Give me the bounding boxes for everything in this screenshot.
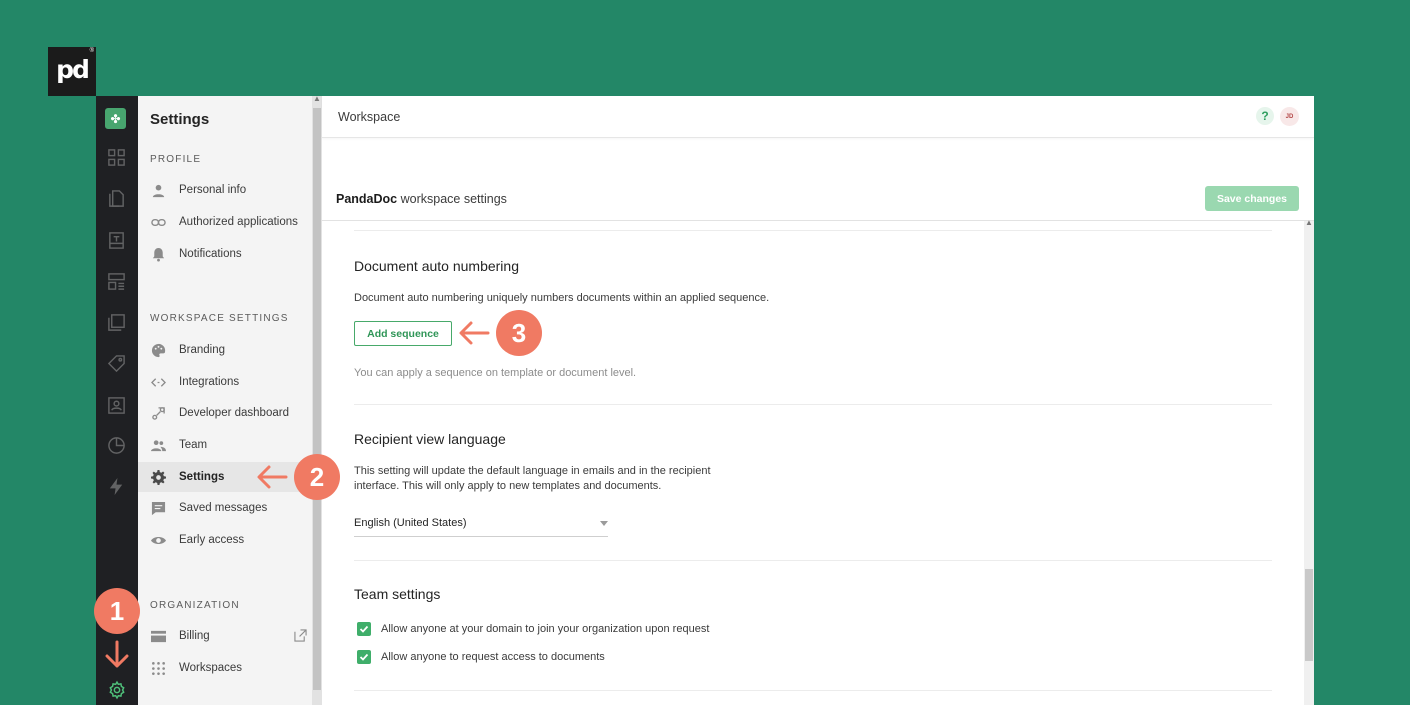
callout-badge-1: 1 — [94, 588, 140, 634]
sidebar-scrollbar[interactable]: ▲ — [312, 96, 322, 705]
sidebar-item-label: Early access — [179, 534, 245, 546]
sidebar-item-label: Developer dashboard — [179, 407, 289, 419]
external-link-icon — [294, 629, 307, 642]
pandadoc-logo: pd ® — [48, 47, 96, 96]
catalog-icon[interactable] — [107, 354, 126, 373]
dashboard-icon[interactable] — [107, 148, 126, 167]
scroll-up-icon[interactable]: ▲ — [313, 96, 321, 103]
recipient-language-description-line-2: interface. This will only apply to new t… — [354, 480, 662, 492]
contacts-icon[interactable] — [107, 396, 126, 415]
code-arrows-icon — [150, 374, 167, 391]
developer-icon — [150, 405, 167, 422]
divider — [354, 690, 1272, 691]
workspace-brand: PandaDoc — [336, 192, 398, 206]
arrow-down-icon — [105, 640, 129, 668]
grid-dots-icon — [150, 660, 167, 677]
sidebar-item-label: Team — [179, 439, 208, 451]
sidebar-item-label: Authorized applications — [179, 216, 298, 228]
documents-icon[interactable] — [107, 189, 126, 208]
divider — [354, 404, 1272, 405]
recipient-language-description-line-1: This setting will update the default lan… — [354, 465, 711, 477]
sidebar-item-label: Saved messages — [179, 502, 268, 514]
palette-icon — [150, 342, 167, 359]
templates-icon[interactable] — [107, 231, 126, 250]
sidebar-scroll-thumb[interactable] — [313, 108, 321, 690]
forms-icon[interactable] — [107, 313, 126, 332]
reports-icon[interactable] — [107, 436, 126, 455]
arrow-left-icon — [257, 465, 288, 489]
add-sequence-button[interactable]: Add sequence — [354, 321, 452, 346]
section-title-recipient-language: Recipient view language — [354, 431, 506, 447]
avatar[interactable]: JD — [1280, 107, 1299, 126]
scroll-up-icon[interactable]: ▲ — [1305, 218, 1313, 227]
team-option-join-domain[interactable]: Allow anyone at your domain to join your… — [357, 622, 709, 636]
clover-icon[interactable]: ✤ — [105, 108, 126, 129]
settings-gear-icon[interactable] — [107, 680, 127, 700]
checkbox-checked[interactable] — [357, 650, 371, 664]
cog-icon — [150, 469, 167, 486]
main-panel: Workspace ? JD PandaDoc workspace settin… — [322, 96, 1314, 705]
sidebar-item-label: Workspaces — [179, 662, 243, 674]
section-header-organization: ORGANIZATION — [150, 600, 240, 611]
registered-mark: ® — [89, 48, 94, 54]
team-option-request-access[interactable]: Allow anyone to request access to docume… — [357, 650, 605, 664]
sidebar-item-saved-messages[interactable]: Saved messages — [138, 493, 322, 523]
breadcrumb: Workspace — [338, 110, 401, 124]
sidebar-title: Settings — [150, 111, 210, 128]
sidebar-item-developer-dashboard[interactable]: Developer dashboard — [138, 398, 322, 428]
save-changes-button[interactable]: Save changes — [1205, 186, 1299, 211]
arrow-left-icon — [459, 321, 490, 345]
sidebar-item-billing[interactable]: Billing — [138, 621, 322, 651]
section-header-profile: PROFILE — [150, 154, 202, 165]
sidebar-item-label: Branding — [179, 344, 226, 356]
message-icon — [150, 500, 167, 517]
callout-badge-2: 2 — [294, 454, 340, 500]
content-library-icon[interactable] — [107, 272, 126, 291]
sidebar-item-label: Personal info — [179, 184, 247, 196]
sidebar-item-label: Notifications — [179, 248, 242, 260]
sidebar-item-label: Integrations — [179, 376, 240, 388]
checkbox-checked[interactable] — [357, 622, 371, 636]
divider — [322, 220, 1314, 221]
bell-icon — [150, 246, 167, 263]
top-bar: Workspace ? JD — [322, 96, 1314, 138]
divider — [354, 230, 1272, 231]
team-icon — [150, 437, 167, 454]
divider — [354, 560, 1272, 561]
settings-sidebar: Settings PROFILE Personal info Authorize… — [138, 96, 322, 705]
page-title: PandaDoc workspace settings — [336, 192, 507, 206]
language-select[interactable]: English (United States) — [354, 510, 608, 537]
section-header-workspace-settings: WORKSPACE SETTINGS — [150, 313, 289, 324]
sidebar-item-notifications[interactable]: Notifications — [138, 239, 322, 269]
option-label: Allow anyone at your domain to join your… — [381, 623, 710, 635]
sidebar-item-label: Billing — [179, 630, 210, 642]
caret-down-icon — [600, 521, 608, 526]
sidebar-item-early-access[interactable]: Early access — [138, 525, 322, 555]
callout-badge-3: 3 — [496, 310, 542, 356]
sidebar-item-integrations[interactable]: Integrations — [138, 367, 322, 397]
auto-numbering-description: Document auto numbering uniquely numbers… — [354, 292, 770, 304]
content-scroll-thumb[interactable] — [1305, 569, 1313, 661]
sidebar-item-personal-info[interactable]: Personal info — [138, 175, 322, 205]
eye-icon — [150, 532, 167, 549]
option-label: Allow anyone to request access to docume… — [381, 651, 605, 663]
sidebar-item-label: Settings — [179, 471, 225, 483]
page-title-suffix: workspace settings — [397, 192, 507, 206]
credit-card-icon — [150, 628, 167, 645]
automation-icon[interactable] — [107, 477, 126, 496]
sidebar-item-workspaces[interactable]: Workspaces — [138, 653, 322, 683]
auto-numbering-hint: You can apply a sequence on template or … — [354, 367, 637, 379]
language-select-value: English (United States) — [354, 517, 467, 529]
user-icon — [150, 182, 167, 199]
app-window: ✤ Settings PROFILE Personal info Authori… — [96, 96, 1314, 705]
section-title-auto-numbering: Document auto numbering — [354, 258, 519, 274]
link-icon — [150, 214, 167, 231]
content-scrollbar[interactable]: ▲ — [1304, 218, 1314, 705]
sidebar-item-team[interactable]: Team — [138, 430, 322, 460]
help-icon[interactable]: ? — [1256, 107, 1274, 125]
section-title-team-settings: Team settings — [354, 586, 441, 602]
sidebar-item-branding[interactable]: Branding — [138, 335, 322, 365]
sidebar-item-authorized-applications[interactable]: Authorized applications — [138, 207, 322, 237]
logo-mark: pd — [56, 55, 90, 84]
